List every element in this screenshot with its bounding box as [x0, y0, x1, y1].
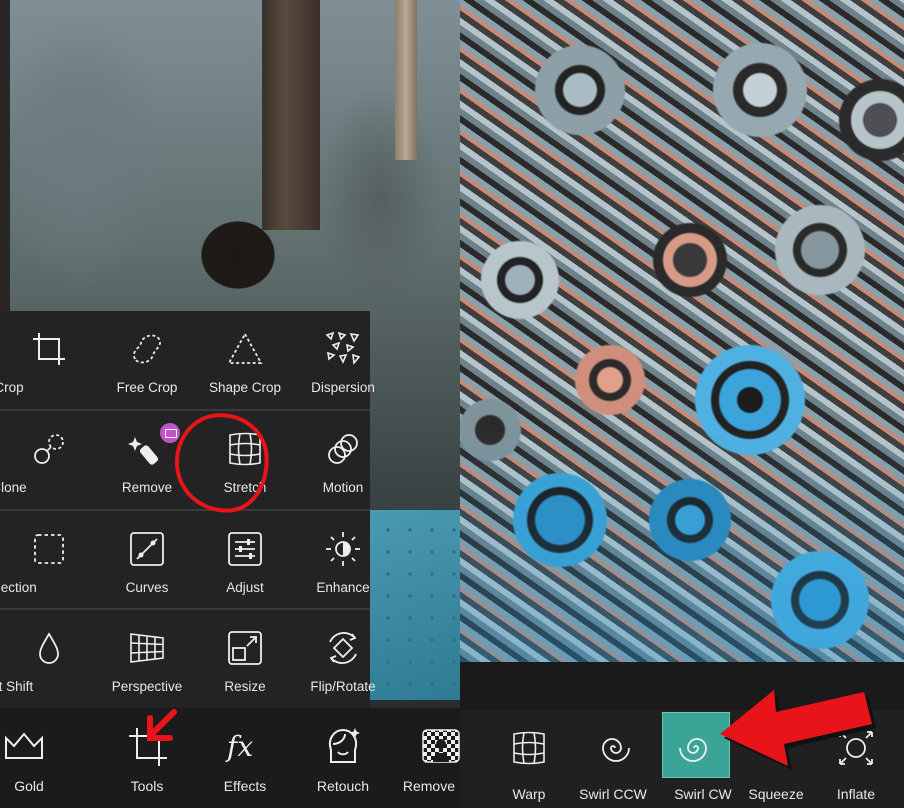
effect-label: Inflate: [836, 786, 876, 802]
flip-rotate-icon: [329, 632, 357, 664]
remove-bg-icon: [422, 729, 460, 763]
crown-icon: [5, 732, 43, 759]
tool-motion[interactable]: Motion: [294, 411, 392, 509]
tools-panel: Crop Free Crop Shape Crop Dispersion Clo…: [0, 311, 376, 708]
tool-label: Motion: [322, 480, 364, 495]
premium-badge: [160, 423, 180, 443]
tool-dispersion[interactable]: Dispersion: [294, 311, 392, 409]
tool-label: Tilt Shift: [0, 679, 34, 694]
photo-tree-trunk: [262, 0, 320, 230]
adjust-icon: [228, 532, 262, 566]
shape-crop-icon: [227, 332, 263, 364]
tool-label: Selection: [0, 580, 37, 595]
nav-remove-bg[interactable]: Remove BG: [392, 708, 460, 808]
resize-icon: [228, 631, 262, 665]
perspective-icon: [130, 633, 164, 663]
free-crop-icon: [133, 334, 161, 364]
enhance-icon: [326, 532, 360, 566]
tools-row: Tilt Shift Perspective Resize Flip/Rotat…: [0, 610, 376, 708]
crop-icon: [33, 333, 65, 365]
tools-annotation-arrow: [147, 709, 177, 741]
face-icon: [329, 728, 360, 763]
tools-row: Crop Free Crop Shape Crop Dispersion: [0, 311, 375, 409]
fx-icon: fx: [225, 730, 253, 763]
svg-text:fx: fx: [225, 730, 253, 763]
motion-icon: [328, 434, 358, 464]
curves-icon: [130, 532, 164, 566]
photo-tree-trunk: [395, 0, 417, 160]
canvas-shade: [460, 430, 904, 662]
tool-flip-rotate[interactable]: Flip/Rotate: [294, 610, 392, 708]
tool-enhance[interactable]: Enhance: [294, 511, 392, 609]
swirl-cw-icon: [679, 738, 707, 762]
photo-tree-trunk: [0, 0, 10, 320]
tool-label: Clone: [0, 480, 27, 495]
warp-grid-icon: [513, 731, 545, 765]
tilt-shift-icon: [39, 632, 59, 664]
tool-label: Dispersion: [311, 380, 375, 395]
clone-icon: [34, 434, 64, 464]
tools-row: Selection Curves Adjust Enhance: [0, 511, 370, 609]
tool-label: Enhance: [316, 580, 370, 595]
nav-label: Remove BG: [402, 778, 460, 794]
swirl-cw-annotation-arrow: [720, 690, 876, 770]
dispersion-icon: [325, 331, 361, 365]
tool-label: Crop: [0, 380, 24, 395]
tools-screen: Crop Free Crop Shape Crop Dispersion Clo…: [0, 0, 460, 808]
swirl-ccw-icon: [602, 738, 630, 762]
effect-swirl-ccw[interactable]: Swirl CCW: [570, 710, 656, 808]
selection-icon: [34, 534, 64, 564]
tool-label: Flip/Rotate: [310, 679, 376, 694]
bottom-nav: Gold Tools fx Effects Retouch Remove BG: [0, 708, 460, 808]
